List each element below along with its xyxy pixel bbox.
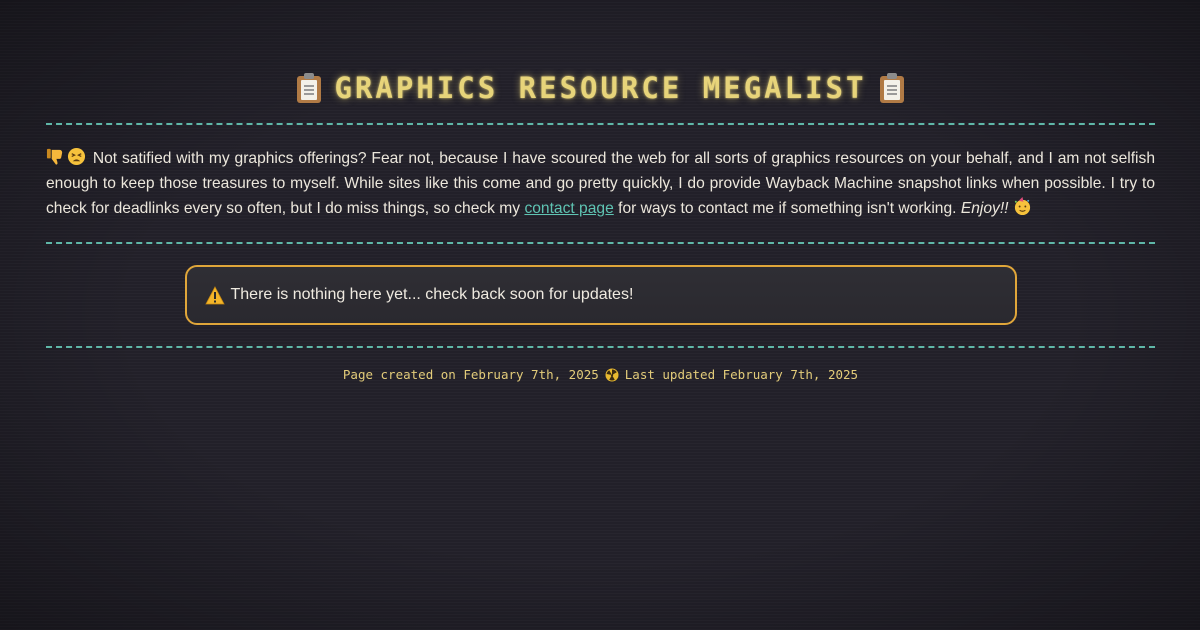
notice-box: There is nothing here yet... check back … — [184, 265, 1017, 325]
party-face-icon — [1014, 197, 1030, 216]
intro-closing: Enjoy!! — [960, 200, 1009, 217]
contact-page-link[interactable]: contact page — [524, 200, 613, 217]
clipboard-icon — [296, 73, 321, 103]
thumbs-down-icon — [46, 148, 63, 165]
tired-face-icon — [67, 147, 86, 166]
divider — [46, 346, 1155, 348]
warning-icon — [204, 285, 225, 304]
clipboard-icon — [880, 73, 905, 103]
intro-paragraph: Not satified with my graphics offerings?… — [46, 146, 1155, 221]
notice-text: There is nothing here yet... check back … — [230, 286, 634, 303]
page-content: Graphics Resource Megalist Not satified … — [46, 0, 1155, 382]
divider — [46, 123, 1155, 125]
page-title: Graphics Resource Megalist — [334, 71, 867, 105]
radiation-icon — [605, 368, 619, 381]
page-footer: Page created on February 7th, 2025 Last … — [46, 367, 1155, 382]
divider — [46, 242, 1155, 244]
page-header: Graphics Resource Megalist — [46, 70, 1155, 106]
created-date: Page created on February 7th, 2025 — [342, 367, 599, 382]
intro-text-after-link: for ways to contact me if something isn'… — [618, 200, 957, 217]
updated-date: Last updated February 7th, 2025 — [624, 367, 859, 382]
